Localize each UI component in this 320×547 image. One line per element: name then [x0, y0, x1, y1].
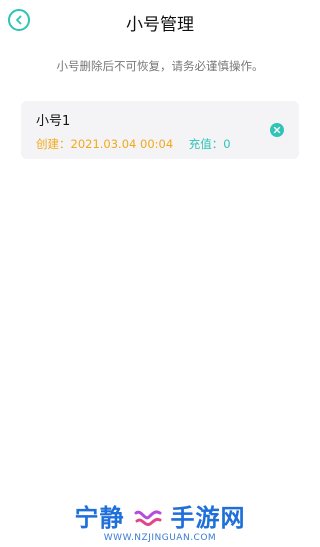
watermark-logo-icon: [134, 510, 161, 527]
created-time: 创建：2021.03.04 00:04: [36, 137, 174, 151]
delete-button[interactable]: [270, 123, 284, 137]
header: 小号管理: [0, 0, 320, 44]
account-meta: 创建：2021.03.04 00:04 充值：0: [36, 136, 231, 152]
notice-text: 小号删除后不可恢复，请务必谨慎操作。: [56, 59, 264, 73]
page-title: 小号管理: [126, 15, 194, 35]
watermark-right: 手游网: [170, 504, 246, 532]
watermark-url: WWW.NZJINGUAN.COM: [103, 533, 217, 543]
close-icon: [273, 126, 281, 134]
account-name: 小号1: [36, 114, 71, 129]
recharge-amount: 充值：0: [188, 137, 231, 151]
watermark-left: 宁静: [74, 504, 125, 532]
account-card[interactable]: 小号1 创建：2021.03.04 00:04 充值：0: [21, 101, 299, 159]
